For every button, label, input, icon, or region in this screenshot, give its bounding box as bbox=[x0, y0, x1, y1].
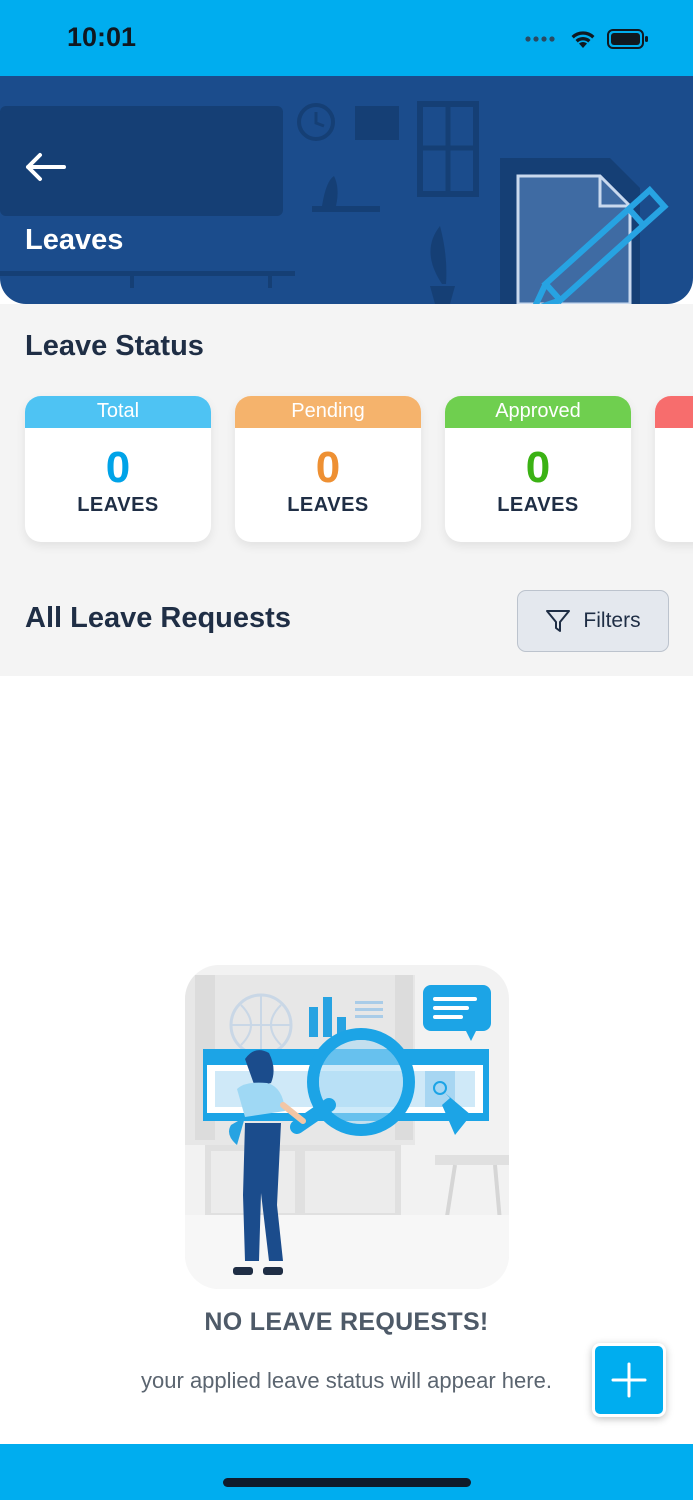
plus-icon bbox=[611, 1362, 647, 1398]
status-card-unit: LEAVES bbox=[77, 494, 159, 516]
status-card-total[interactable]: Total 0 LEAVES bbox=[25, 396, 211, 542]
status-card-label: Approved bbox=[445, 396, 631, 428]
status-card-unit: LEAVES bbox=[497, 494, 579, 516]
filters-button[interactable]: Filters bbox=[517, 590, 669, 652]
status-card-unit: LEAVES bbox=[287, 494, 369, 516]
filters-label: Filters bbox=[583, 609, 641, 632]
empty-state-illustration bbox=[185, 965, 509, 1289]
empty-state-title: NO LEAVE REQUESTS! bbox=[204, 1308, 489, 1336]
wifi-icon bbox=[571, 31, 595, 48]
bottom-bar bbox=[0, 1444, 693, 1500]
status-card-count: 0 bbox=[315, 443, 341, 492]
header-banner: Leaves bbox=[0, 76, 693, 304]
back-button[interactable] bbox=[20, 150, 70, 184]
funnel-icon bbox=[546, 610, 571, 632]
status-time: 10:01 bbox=[67, 22, 137, 52]
status-card-label: Total bbox=[25, 396, 211, 428]
status-card-count: 0 bbox=[105, 443, 131, 492]
status-card-rejected[interactable] bbox=[655, 396, 693, 542]
home-indicator[interactable] bbox=[223, 1478, 471, 1487]
empty-state-subtitle: your applied leave status will appear he… bbox=[141, 1368, 552, 1393]
add-leave-button[interactable] bbox=[592, 1343, 666, 1417]
all-leave-requests-title: All Leave Requests bbox=[25, 602, 291, 634]
status-card-pending[interactable]: Pending 0 LEAVES bbox=[235, 396, 421, 542]
leave-status-title: Leave Status bbox=[25, 330, 204, 362]
status-card-count: 0 bbox=[525, 443, 551, 492]
status-bar: 10:01 bbox=[0, 0, 693, 76]
office-illustration bbox=[0, 101, 669, 304]
signal-icon bbox=[525, 36, 555, 42]
battery-icon bbox=[607, 29, 648, 49]
page-title: Leaves bbox=[25, 224, 124, 256]
status-card-label: Pending bbox=[235, 396, 421, 428]
arrow-left-icon bbox=[26, 153, 66, 181]
status-icons bbox=[525, 28, 649, 50]
status-card-label bbox=[655, 396, 693, 428]
leaves-screen: 10:01 Leaves Leave Status Total 0 LEAVES… bbox=[0, 0, 693, 1500]
status-card-approved[interactable]: Approved 0 LEAVES bbox=[445, 396, 631, 542]
